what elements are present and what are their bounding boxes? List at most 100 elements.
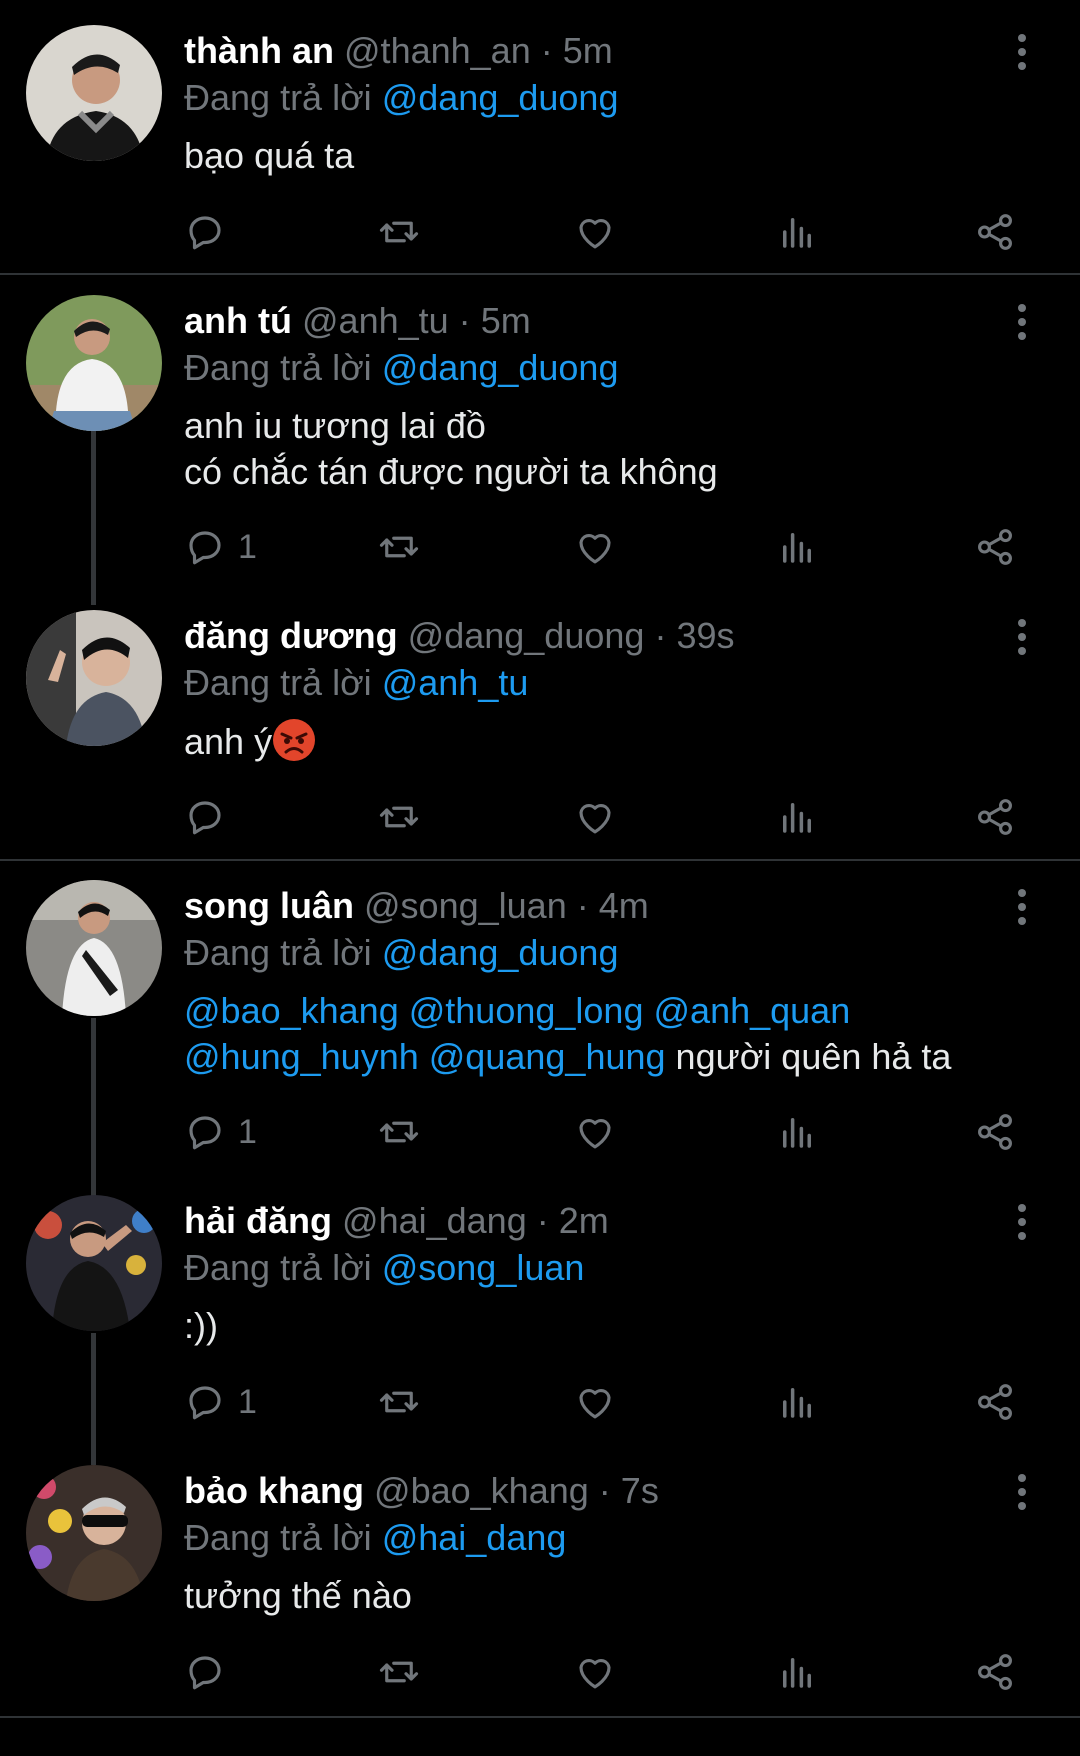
views-button[interactable] [776, 1377, 818, 1427]
tweet[interactable]: đăng dương @dang_duong · 39s Đang trả lờ… [0, 585, 1080, 860]
heart-icon [579, 1388, 611, 1419]
heart-icon [579, 1658, 611, 1689]
mention-link[interactable]: @dang_duong [382, 932, 619, 973]
mention-link[interactable]: @dang_duong [382, 77, 619, 118]
mention-link[interactable]: @quang_hung [429, 1036, 666, 1077]
avatar[interactable] [26, 295, 162, 431]
views-button[interactable] [776, 792, 818, 842]
tweet-text-line: anh iu tương lai đồ [184, 405, 486, 446]
retweet-button[interactable] [378, 207, 420, 257]
tweet[interactable]: hải đăng @hai_dang · 2m Đang trả lời @so… [0, 1170, 1080, 1440]
reply-icon [189, 531, 221, 565]
reply-button[interactable]: 1 [184, 522, 257, 572]
views-button[interactable] [776, 207, 818, 257]
reply-button[interactable] [184, 207, 238, 257]
display-name[interactable]: anh tú [184, 300, 292, 341]
display-name[interactable]: đăng dương [184, 615, 398, 656]
separator: · [458, 300, 471, 341]
timestamp[interactable]: 7s [621, 1470, 659, 1511]
share-button[interactable] [974, 207, 1016, 257]
like-button[interactable] [574, 1377, 616, 1427]
heart-icon [579, 533, 611, 564]
avatar[interactable] [26, 1465, 162, 1601]
more-vertical-icon[interactable] [1010, 887, 1034, 927]
mention-link[interactable]: @anh_quan [654, 990, 851, 1031]
more-vertical-icon[interactable] [1010, 302, 1034, 342]
like-button[interactable] [574, 522, 616, 572]
mention-link[interactable]: @dang_duong [382, 347, 619, 388]
share-button[interactable] [974, 522, 1016, 572]
replying-to-label: Đang trả lời [184, 1517, 372, 1558]
tweet[interactable]: anh tú @anh_tu · 5m Đang trả lời @dang_d… [0, 270, 1080, 585]
user-handle[interactable]: @hai_dang [342, 1200, 527, 1241]
user-handle[interactable]: @bao_khang [374, 1470, 589, 1511]
like-button[interactable] [574, 1107, 616, 1157]
avatar[interactable] [26, 610, 162, 746]
reply-button[interactable] [184, 1647, 238, 1697]
display-name[interactable]: bảo khang [184, 1470, 364, 1511]
views-icon [783, 218, 811, 248]
share-button[interactable] [974, 792, 1016, 842]
views-button[interactable] [776, 1107, 818, 1157]
share-button[interactable] [974, 1377, 1016, 1427]
replying-to: Đang trả lời @hai_dang [184, 1517, 566, 1559]
replying-to: Đang trả lời @song_luan [184, 1247, 584, 1289]
replying-to-label: Đang trả lời [184, 662, 372, 703]
retweet-icon [379, 1121, 419, 1143]
mention-link[interactable]: @thuong_long [409, 990, 644, 1031]
user-handle[interactable]: @thanh_an [344, 30, 531, 71]
retweet-button[interactable] [378, 522, 420, 572]
mention-link[interactable]: @anh_tu [382, 662, 529, 703]
heart-icon [579, 1118, 611, 1149]
separator: · [576, 885, 589, 926]
divider [0, 1716, 1080, 1718]
mention-link[interactable]: @song_luan [382, 1247, 585, 1288]
avatar[interactable] [26, 1195, 162, 1331]
timestamp[interactable]: 2m [559, 1200, 609, 1241]
more-vertical-icon[interactable] [1010, 1202, 1034, 1242]
display-name[interactable]: hải đăng [184, 1200, 332, 1241]
reply-button[interactable]: 1 [184, 1107, 257, 1157]
retweet-button[interactable] [378, 792, 420, 842]
avatar[interactable] [26, 25, 162, 161]
share-icon [978, 799, 1012, 835]
tweet-text-line: bạo quá ta [184, 135, 355, 176]
timestamp[interactable]: 5m [563, 30, 613, 71]
timestamp[interactable]: 4m [599, 885, 649, 926]
user-handle[interactable]: @song_luan [364, 885, 567, 926]
views-button[interactable] [776, 1647, 818, 1697]
mention-link[interactable]: @hung_huynh [184, 1036, 419, 1077]
action-bar [0, 207, 1080, 257]
reply-button[interactable] [184, 792, 238, 842]
retweet-button[interactable] [378, 1647, 420, 1697]
more-vertical-icon[interactable] [1010, 32, 1034, 72]
like-button[interactable] [574, 792, 616, 842]
retweet-button[interactable] [378, 1107, 420, 1157]
user-handle[interactable]: @dang_duong [408, 615, 645, 656]
user-handle[interactable]: @anh_tu [302, 300, 449, 341]
reply-button[interactable]: 1 [184, 1377, 257, 1427]
timestamp[interactable]: 39s [676, 615, 734, 656]
views-button[interactable] [776, 522, 818, 572]
retweet-icon [379, 536, 419, 558]
like-button[interactable] [574, 207, 616, 257]
mention-link[interactable]: @bao_khang [184, 990, 399, 1031]
mention-link[interactable]: @hai_dang [382, 1517, 567, 1558]
share-button[interactable] [974, 1647, 1016, 1697]
avatar[interactable] [26, 880, 162, 1016]
like-button[interactable] [574, 1647, 616, 1697]
tweet[interactable]: song luân @song_luan · 4m Đang trả lời @… [0, 855, 1080, 1170]
tweet[interactable]: bảo khang @bao_khang · 7s Đang trả lời @… [0, 1440, 1080, 1715]
display-name[interactable]: song luân [184, 885, 354, 926]
tweet-header: hải đăng @hai_dang · 2m [184, 1200, 609, 1242]
retweet-button[interactable] [378, 1377, 420, 1427]
display-name[interactable]: thành an [184, 30, 334, 71]
more-vertical-icon[interactable] [1010, 617, 1034, 657]
share-button[interactable] [974, 1107, 1016, 1157]
more-vertical-icon[interactable] [1010, 1472, 1034, 1512]
tweet[interactable]: thành an @thanh_an · 5m Đang trả lời @da… [0, 0, 1080, 273]
reply-icon [189, 1116, 221, 1150]
separator: · [540, 30, 553, 71]
timestamp[interactable]: 5m [481, 300, 531, 341]
tweet-text-fragment: người quên hả ta [675, 1036, 952, 1077]
